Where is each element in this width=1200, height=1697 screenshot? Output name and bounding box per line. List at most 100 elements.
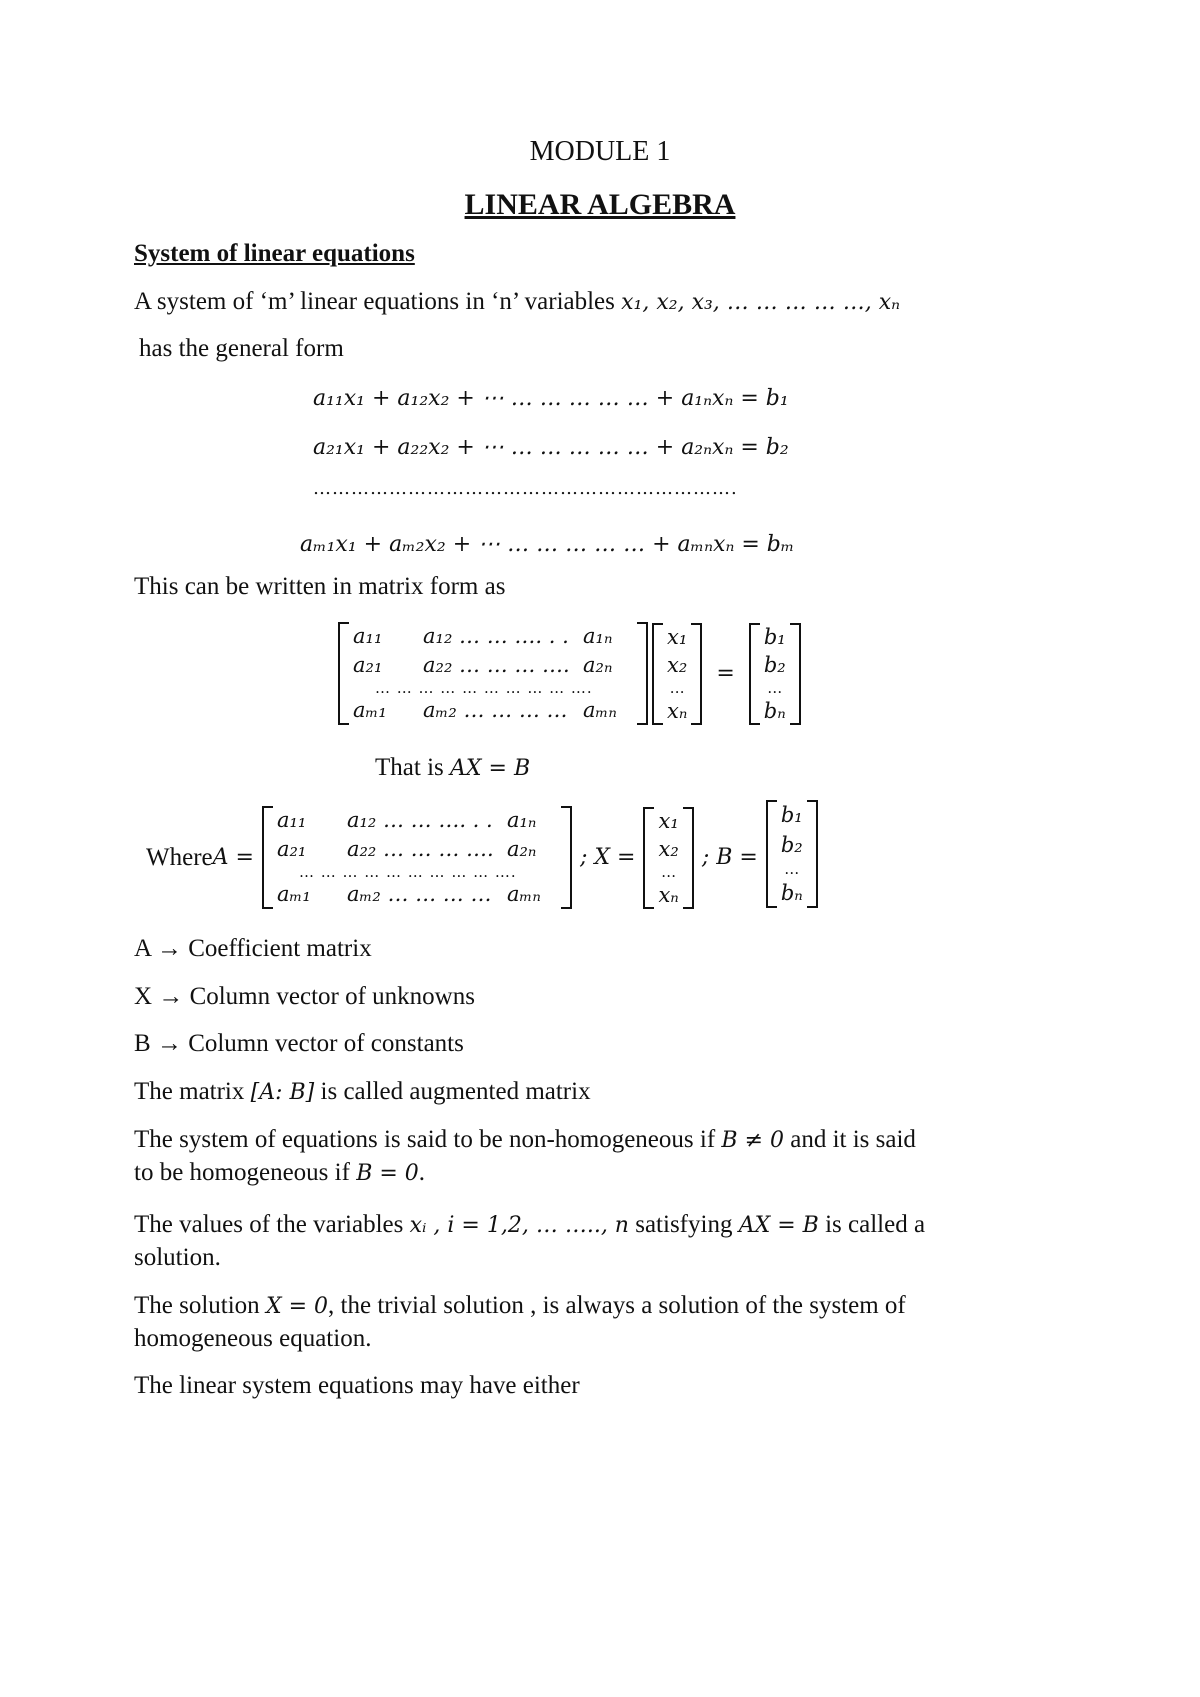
equation-row-2: a₂₁x₁ + a₂₂x₂ + ⋯ … … … … … + a₂ₙxₙ = b₂ (313, 435, 789, 460)
either-paragraph: The linear system equations may have eit… (134, 1372, 580, 1399)
homogeneous-paragraph-line-2: to be homogeneous if B = 0. (134, 1159, 425, 1187)
b-equals: ; B = (701, 845, 758, 870)
definition-b: B → Column vector of constants (134, 1030, 464, 1058)
homogeneous-paragraph-line-1: The system of equations is said to be no… (134, 1126, 916, 1154)
matrix-cell: aₘₙ (583, 698, 617, 722)
paragraph-text: , the trivial solution , is always a sol… (328, 1292, 906, 1319)
vector-x: x₁ x₂ … xₙ (652, 622, 703, 725)
that-is-line: That is AX = B (375, 754, 530, 782)
matrix-dots-row: … … … … … … … … … …. (375, 679, 593, 697)
equation-ellipsis-row: …………………………………………………………. (313, 478, 738, 499)
augmented-notation: [A: B] (250, 1080, 315, 1105)
paragraph-text: The values of the variables (134, 1211, 410, 1238)
paragraph-text: is called a (818, 1211, 926, 1238)
arrow-icon: → (158, 983, 184, 1010)
matrix-cell: a₁ₙ (506, 808, 537, 832)
that-is-text: That is (375, 754, 450, 781)
vector-entry: x₁ (667, 624, 688, 649)
intro-line-2: has the general form (139, 335, 344, 362)
matrix-form-intro: This can be written in matrix form as (134, 573, 506, 600)
solution-paragraph-line-2: solution. (134, 1244, 221, 1271)
intro-text: A system of ‘m’ linear equations in ‘n’ … (134, 288, 622, 315)
vector-entry: b₂ (763, 652, 786, 677)
definition-symbol: X (134, 983, 153, 1010)
augmented-paragraph: The matrix [A: B] is called augmented ma… (134, 1078, 591, 1106)
matrix-cell: a₁₁ (276, 808, 307, 832)
equation-row-m: aₘ₁x₁ + aₘ₂x₂ + ⋯ … … … … … + aₘₙxₙ = bₘ (300, 532, 795, 557)
vector-b: b₁ b₂ … bₙ (748, 622, 801, 725)
paragraph-text: satisfying (628, 1211, 739, 1238)
matrix-equation: a₁₁ a₁₂ … … …. . . a₁ₙ a₂₁ a₂₂ … … … …. … (338, 622, 801, 725)
matrix-a: a₁₁ a₁₂ … … …. . . a₁ₙ a₂₁ a₂₂ … … … …. … (338, 622, 648, 725)
matrix-cell: aₘ₂ … … … … (346, 882, 492, 906)
paragraph-text: to be homogeneous if (134, 1159, 357, 1186)
vector-entry: xₙ (667, 698, 688, 723)
paragraph-text: and it is said (784, 1126, 916, 1153)
vector-entry: bₙ (763, 698, 786, 723)
matrix-cell: a₂₂ … … … …. (346, 837, 494, 861)
trivial-paragraph-line-1: The solution X = 0, the trivial solution… (134, 1292, 906, 1320)
vector-dots: … (661, 862, 677, 881)
that-is-equation: AX = B (450, 756, 531, 781)
vector-dots: … (767, 678, 783, 697)
definition-symbol: A (134, 935, 151, 962)
variables-list: x₁, x₂, x₃, … … … … …, xₙ (621, 290, 901, 315)
math-inline: xᵢ , i = 1,2, … ….., n (409, 1213, 629, 1238)
section-heading: System of linear equations (134, 240, 415, 267)
definition-a: A → Coefficient matrix (134, 935, 372, 963)
vector-entry: x₂ (667, 652, 688, 677)
math-inline: B = 0 (356, 1161, 419, 1186)
equals-sign: = (716, 661, 735, 686)
matrix-cell: a₁₂ … … …. . . (423, 624, 569, 648)
definition-meaning: Column vector of unknowns (189, 983, 475, 1010)
vector-entry: b₁ (763, 624, 786, 649)
definition-meaning: Coefficient matrix (188, 935, 372, 962)
matrix-cell: a₁ₙ (583, 624, 613, 648)
math-inline: AX = B (738, 1213, 819, 1238)
a-equals: A = (212, 845, 254, 870)
math-inline: B ≠ 0 (721, 1128, 784, 1153)
matrix-dots-row: … … … … … … … … … …. (298, 863, 517, 881)
matrix-cell: a₂₁ (353, 653, 383, 677)
definition-x: X → Column vector of unknowns (134, 983, 475, 1011)
matrix-cell: a₂ₙ (506, 837, 537, 861)
paragraph-text: The matrix (134, 1078, 251, 1105)
vector-entry: x₁ (658, 808, 679, 833)
where-definition: Where A = a₁₁ a₁₂ … … …. . . a₁ₙ a₂₁ a₂₂… (146, 799, 818, 909)
solution-paragraph-line-1: The values of the variables xᵢ , i = 1,2… (134, 1211, 925, 1239)
vector-entry: b₂ (780, 832, 803, 857)
paragraph-text: . (418, 1159, 426, 1186)
vector-dots: … (784, 859, 800, 878)
math-inline: X = 0 (265, 1294, 329, 1319)
vector-entry: x₂ (658, 836, 679, 861)
matrix-a-definition: a₁₁ a₁₂ … … …. . . a₁ₙ a₂₁ a₂₂ … … … …. … (261, 806, 572, 909)
arrow-icon: → (156, 935, 182, 962)
vector-entry: xₙ (658, 882, 679, 907)
matrix-cell: a₂₁ (276, 837, 307, 861)
paragraph-text: The system of equations is said to be no… (134, 1126, 722, 1153)
vector-dots: … (669, 678, 685, 697)
matrix-cell: aₘₙ (506, 882, 541, 906)
definition-meaning: Column vector of constants (188, 1030, 464, 1057)
paragraph-text: The solution (134, 1292, 266, 1319)
page-title: LINEAR ALGEBRA (464, 188, 736, 221)
matrix-cell: aₘ₁ (353, 698, 387, 722)
matrix-cell: aₘ₂ … … … … (423, 698, 568, 722)
matrix-cell: a₂ₙ (583, 653, 613, 677)
definition-symbol: B (134, 1030, 151, 1057)
matrix-cell: a₂₂ … … … …. (423, 653, 570, 677)
vector-x-definition: x₁ x₂ … xₙ (643, 806, 694, 909)
trivial-paragraph-line-2: homogeneous equation. (134, 1325, 372, 1352)
matrix-cell: a₁₁ (353, 624, 383, 648)
paragraph-text: is called augmented matrix (314, 1078, 591, 1105)
intro-line-1: A system of ‘m’ linear equations in ‘n’ … (134, 288, 900, 316)
vector-b-definition: b₁ b₂ … bₙ (765, 799, 818, 908)
vector-entry: bₙ (780, 880, 803, 905)
module-label: MODULE 1 (529, 136, 671, 167)
where-label: Where (146, 843, 213, 871)
equation-row-1: a₁₁x₁ + a₁₂x₂ + ⋯ … … … … … + a₁ₙxₙ = b₁ (313, 386, 789, 411)
matrix-cell: aₘ₁ (276, 882, 311, 906)
x-equals: ; X = (579, 845, 636, 870)
vector-entry: b₁ (780, 802, 803, 827)
matrix-cell: a₁₂ … … …. . . (346, 808, 493, 832)
